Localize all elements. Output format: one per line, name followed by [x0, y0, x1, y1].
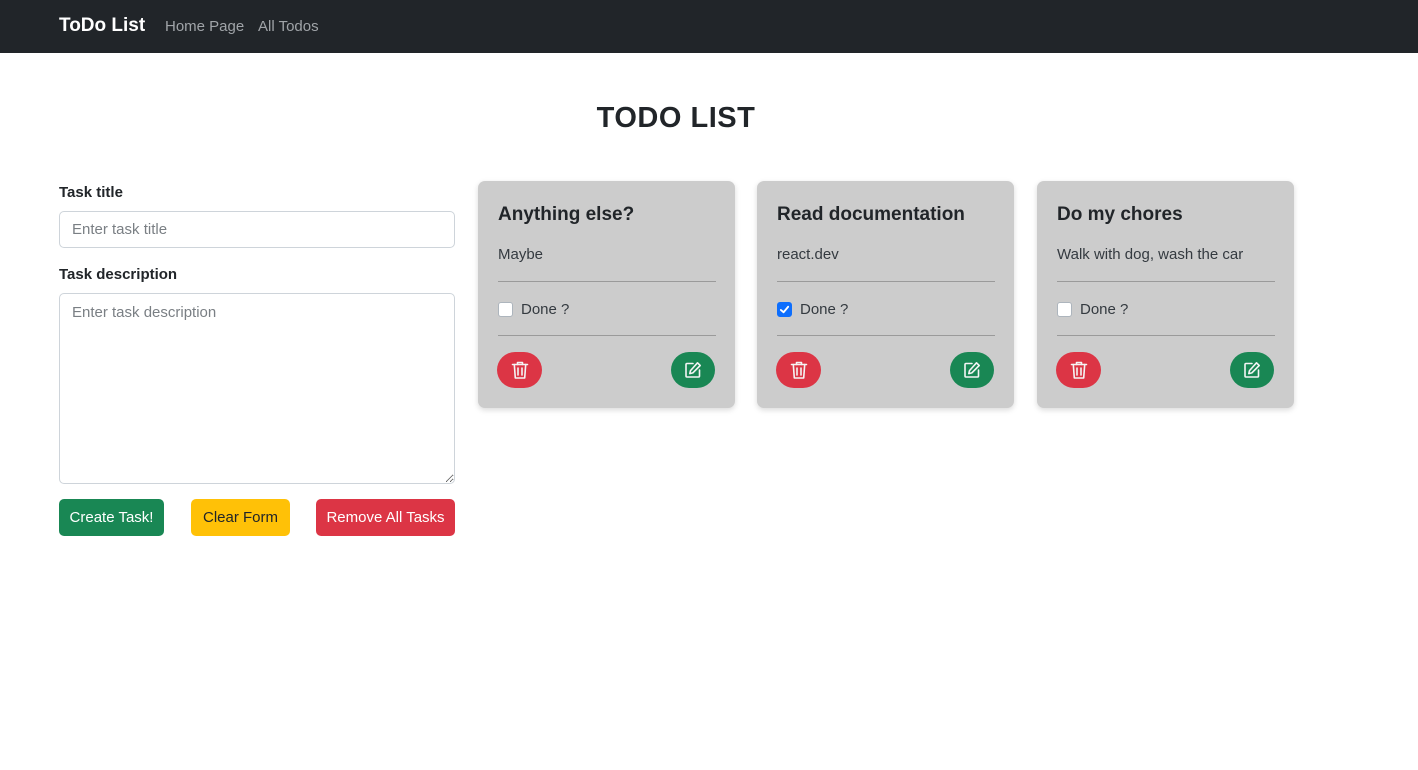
done-label: Done ?: [800, 300, 849, 318]
divider: [498, 281, 716, 282]
task-card-description: react.dev: [777, 246, 839, 263]
edit-task-button[interactable]: [950, 352, 994, 388]
navbar-brand[interactable]: ToDo List: [59, 15, 145, 37]
remove-all-tasks-button[interactable]: Remove All Tasks: [316, 499, 455, 536]
divider: [1057, 281, 1275, 282]
nav-link-all-todos[interactable]: All Todos: [258, 18, 319, 35]
nav-link-home-page[interactable]: Home Page: [165, 18, 244, 35]
divider: [498, 335, 716, 336]
divider: [777, 281, 995, 282]
done-checkbox[interactable]: [777, 301, 792, 317]
create-task-button[interactable]: Create Task!: [59, 499, 164, 536]
task-card-description: Maybe: [498, 246, 544, 263]
done-checkbox[interactable]: [498, 301, 513, 317]
trash-icon: [511, 361, 528, 379]
task-description-label: Task description: [59, 266, 178, 283]
task-card-title: Anything else?: [498, 204, 635, 225]
delete-task-button[interactable]: [776, 352, 821, 388]
task-card-title: Do my chores: [1057, 204, 1183, 225]
task-title-label: Task title: [59, 184, 123, 201]
task-card: Anything else? Maybe Done ?: [478, 181, 735, 408]
trash-icon: [790, 361, 807, 379]
done-label: Done ?: [1080, 300, 1129, 318]
page-title: TODO LIST: [596, 102, 756, 134]
done-row: Done ?: [777, 300, 848, 318]
navbar: ToDo List Home Page All Todos: [0, 0, 1418, 53]
edit-icon: [964, 362, 980, 378]
done-checkbox[interactable]: [1057, 301, 1072, 317]
edit-task-button[interactable]: [1230, 352, 1274, 388]
edit-icon: [685, 362, 701, 378]
task-card: Read documentation react.dev Done ?: [757, 181, 1014, 408]
task-card-description: Walk with dog, wash the car: [1057, 246, 1244, 263]
task-card-title: Read documentation: [777, 204, 965, 225]
trash-icon: [1070, 361, 1087, 379]
divider: [777, 335, 995, 336]
delete-task-button[interactable]: [497, 352, 542, 388]
done-label: Done ?: [521, 300, 570, 318]
edit-task-button[interactable]: [671, 352, 715, 388]
task-card: Do my chores Walk with dog, wash the car…: [1037, 181, 1294, 408]
done-row: Done ?: [498, 300, 569, 318]
done-row: Done ?: [1057, 300, 1128, 318]
edit-icon: [1244, 362, 1260, 378]
delete-task-button[interactable]: [1056, 352, 1101, 388]
divider: [1057, 335, 1275, 336]
clear-form-button[interactable]: Clear Form: [191, 499, 290, 536]
task-title-input[interactable]: [59, 211, 455, 248]
task-description-input[interactable]: [59, 293, 455, 484]
